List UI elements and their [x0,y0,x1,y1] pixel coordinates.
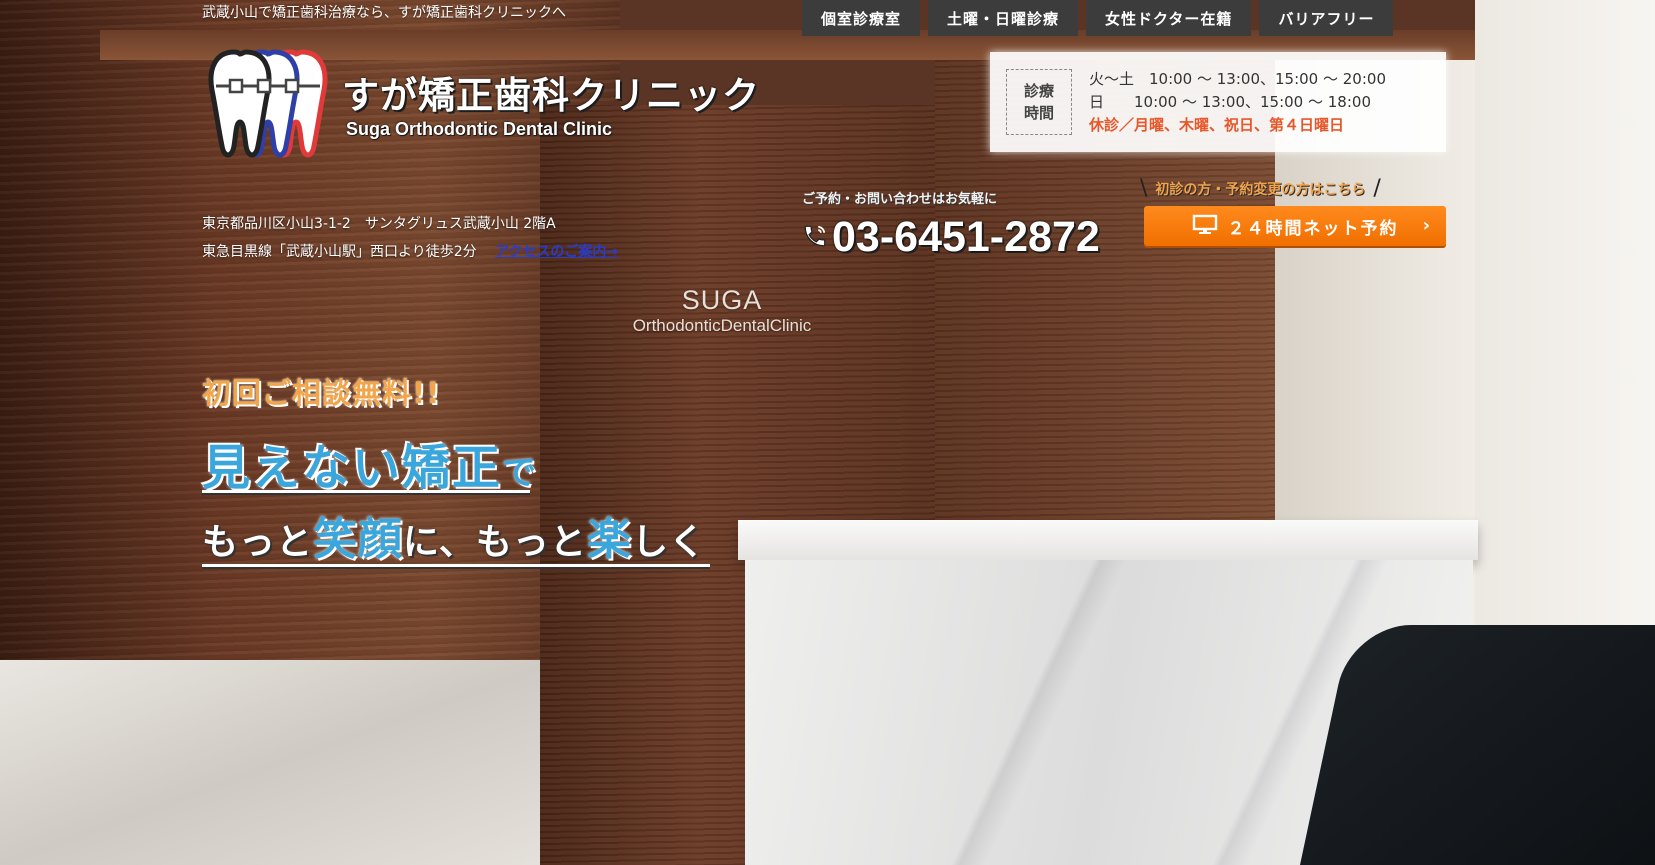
hero-headline-2: もっと笑顔に、もっと楽しく [202,503,706,567]
address-line: 東京都品川区小山3-1-2 サンタグリュス武蔵小山 2階A [202,216,556,232]
phone-note: ご予約・お問い合わせはお気軽に [802,192,998,207]
phone-icon [802,223,828,253]
badge-private-room[interactable]: 個室診療室 [802,0,921,36]
clinic-address: 東京都品川区小山3-1-2 サンタグリュス武蔵小山 2階A 東急目黒線「武蔵小山… [202,210,618,266]
phone-number[interactable]: 03-6451-2872 [832,213,1100,262]
station-directions: 東急目黒線「武蔵小山駅」西口より徒歩2分 [202,244,477,260]
online-reservation-button[interactable]: ２４時間ネット予約 › [1144,206,1446,246]
wall-sign: SUGA OrthodonticDentalClinic [622,285,822,336]
headline2-part-c: に、もっと [403,522,587,563]
monitor-icon [1192,214,1218,239]
first-visit-text: 初診の方・予約変更の方はこちら [1155,181,1366,198]
headline2-fun: 楽 [586,514,632,565]
headline2-part-e: しく [631,522,706,563]
badge-weekend[interactable]: 土曜・日曜診療 [928,0,1079,36]
hours-closed-days: 休診／月曜、木曜、祝日、第４日曜日 [1089,115,1345,134]
site-tagline: 武蔵小山で矯正歯科治療なら、すが矯正歯科クリニックへ [202,5,566,21]
clinic-hours-box: 診療 時間 火～土 10:00 ～ 13:00、15:00 ～ 20:00 日 … [990,52,1446,152]
headline2-part-a: もっと [202,522,314,563]
access-link[interactable]: アクセスのご案内→ [495,244,618,260]
tooth-logo-icon [202,46,332,166]
hero-headline-1: 見えない矯正で [202,428,536,498]
clinic-logo[interactable]: すが矯正歯科クリニック Suga Orthodontic Dental Clin… [202,46,760,166]
hours-sunday: 日 10:00 ～ 13:00、15:00 ～ 18:00 [1089,92,1371,111]
wall-sign-line1: SUGA [681,285,763,315]
wall-sign-line2: OrthodonticDentalClinic [632,316,812,335]
headline-underline-2 [202,564,710,567]
clinic-name-en: Suga Orthodontic Dental Clinic [346,118,613,139]
clinic-name-jp: すが矯正歯科クリニック [342,73,760,117]
slash-left-icon: \ [1140,176,1148,201]
reservation-label: ２４時間ネット予約 [1227,218,1399,239]
badge-barrier-free[interactable]: バリアフリー [1259,0,1394,36]
chevron-right-icon: › [1422,215,1432,236]
first-visit-note: \ 初診の方・予約変更の方はこちら / [1140,176,1381,201]
free-consultation-text: 初回ご相談無料!! [202,376,441,410]
slash-right-icon: / [1373,176,1381,201]
hours-label-line2: 時間 [1023,104,1054,122]
headline-invisible-ortho: 見えない矯正 [202,440,503,496]
hours-label: 診療 時間 [1006,69,1072,135]
feature-badges: 個室診療室 土曜・日曜診療 女性ドクター在籍 バリアフリー [802,0,1394,36]
badge-female-doctor[interactable]: 女性ドクター在籍 [1086,0,1252,36]
hours-label-line1: 診療 [1023,82,1054,100]
headline-underline-1 [202,490,530,493]
headline2-smile: 笑顔 [313,514,404,565]
hours-weekday: 火～土 10:00 ～ 13:00、15:00 ～ 20:00 [1089,69,1386,88]
headline-particle: で [502,453,537,493]
reception-counter-top [738,520,1478,560]
waiting-chair [1300,625,1655,865]
phone-contact: ご予約・お問い合わせはお気軽に 03-6451-2872 [802,188,1100,262]
marble-floor [0,660,560,865]
